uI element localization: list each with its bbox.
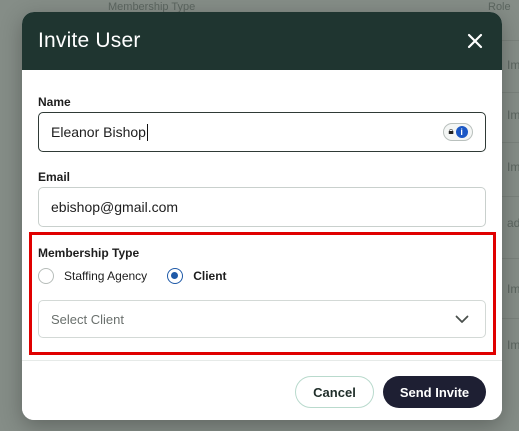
radio-unchecked-icon	[38, 268, 54, 284]
modal-title: Invite User	[38, 29, 141, 52]
background-row-text: ad	[507, 216, 519, 230]
close-icon[interactable]	[466, 32, 484, 50]
invite-user-modal: Invite User Name Eleanor Bishop 🔒︎ i Ema…	[22, 12, 502, 420]
send-invite-button[interactable]: Send Invite	[383, 376, 486, 408]
background-row-text: Imi	[507, 160, 519, 174]
lock-icon: 🔒︎	[448, 126, 454, 137]
radio-staffing-agency[interactable]: Staffing Agency	[38, 268, 147, 284]
select-client-dropdown[interactable]: Select Client	[38, 300, 486, 338]
background-row-text: Imi	[507, 282, 519, 296]
background-divider	[500, 92, 519, 93]
background-divider	[500, 258, 519, 259]
name-label: Name	[38, 95, 71, 109]
radio-staffing-agency-label: Staffing Agency	[64, 269, 148, 283]
radio-client-label: Client	[193, 269, 227, 283]
email-input[interactable]: ebishop@gmail.com	[38, 187, 486, 227]
modal-header: Invite User	[22, 12, 502, 70]
info-icon: i	[455, 126, 468, 138]
background-row-text: Imi	[507, 108, 519, 122]
modal-footer: Cancel Send Invite	[22, 360, 502, 420]
radio-checked-icon	[167, 268, 184, 284]
text-caret	[146, 123, 148, 141]
background-divider	[500, 196, 519, 197]
select-client-placeholder: Select Client	[51, 311, 124, 327]
name-value: Eleanor Bishop	[51, 124, 146, 140]
background-divider	[500, 318, 519, 319]
background-divider	[500, 142, 519, 143]
radio-client[interactable]: Client	[167, 268, 227, 284]
background-divider	[500, 40, 519, 41]
membership-type-radio-group: Staffing Agency Client	[38, 268, 247, 284]
email-label: Email	[38, 170, 71, 184]
background-row-text: Imi	[507, 338, 519, 352]
cancel-button[interactable]: Cancel	[295, 376, 374, 408]
name-input[interactable]: Eleanor Bishop 🔒︎ i	[38, 112, 486, 152]
background-row-text: Imi	[507, 58, 519, 72]
chevron-down-icon	[455, 312, 469, 327]
email-value: ebishop@gmail.com	[51, 199, 179, 215]
membership-type-label: Membership Type	[38, 246, 140, 260]
password-manager-badge[interactable]: 🔒︎ i	[443, 123, 473, 141]
